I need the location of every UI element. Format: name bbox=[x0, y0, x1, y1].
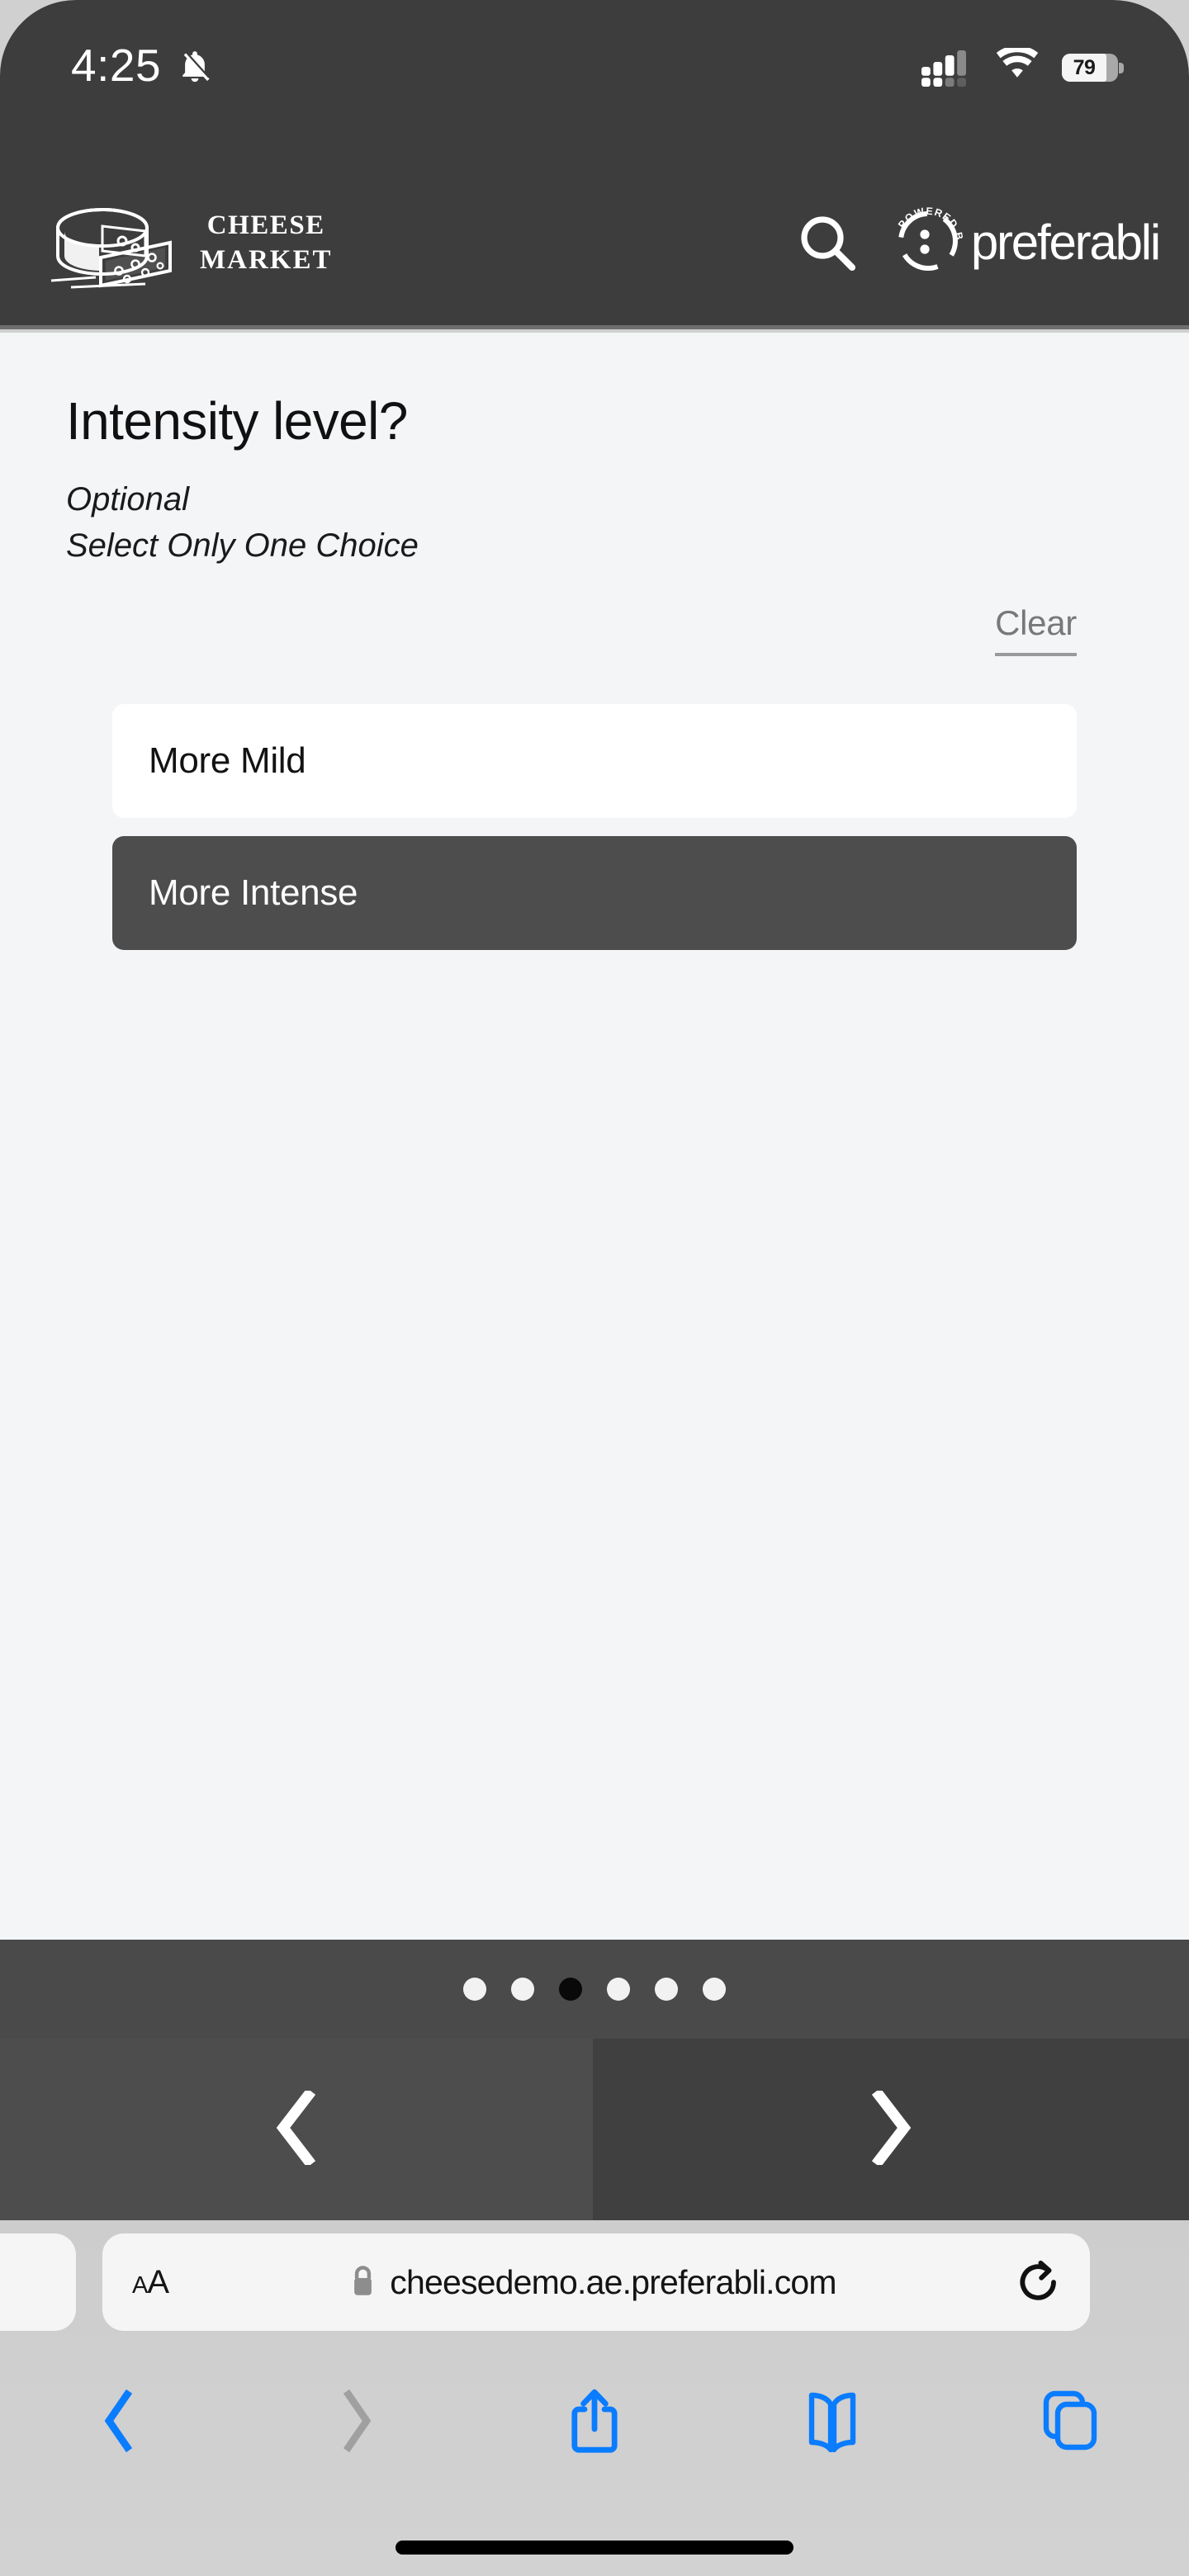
battery-percent: 79 bbox=[1073, 55, 1096, 79]
cellular-signal-icon bbox=[921, 49, 973, 87]
cheese-wheel-logo-icon bbox=[46, 191, 187, 295]
url-display: cheesedemo.ae.preferabli.com bbox=[168, 2263, 1017, 2302]
pagination-dots bbox=[0, 1940, 1189, 2039]
chevron-right-icon bbox=[868, 2087, 914, 2169]
optional-label: Optional bbox=[66, 481, 189, 518]
bell-slash-icon bbox=[176, 47, 214, 85]
address-bar[interactable]: AA cheesedemo.ae.preferabli.com bbox=[102, 2233, 1090, 2331]
home-indicator[interactable] bbox=[396, 2541, 793, 2555]
survey-nav-row bbox=[0, 2039, 1189, 2220]
powered-by-preferabli-logo[interactable]: POWERED BY preferabli bbox=[884, 192, 1161, 285]
option-label: More Mild bbox=[149, 740, 306, 782]
selection-instruction: Select Only One Choice bbox=[66, 527, 419, 565]
header-actions: POWERED BY preferabli bbox=[796, 192, 1161, 285]
pagination-dot-1[interactable] bbox=[463, 1978, 486, 2001]
text-size-large-a: A bbox=[147, 2263, 169, 2300]
phone-screen: 4:25 79 CHEESE MARKET POWERED B preferab… bbox=[0, 0, 1189, 2576]
preferabli-badge-icon: POWERED BY bbox=[884, 192, 968, 285]
share-button[interactable] bbox=[476, 2386, 713, 2460]
chevron-right-icon bbox=[339, 2389, 375, 2456]
pagination-dot-4[interactable] bbox=[607, 1978, 630, 2001]
book-icon bbox=[803, 2389, 862, 2456]
clear-button[interactable]: Clear bbox=[995, 603, 1077, 657]
tabs-icon bbox=[1041, 2389, 1099, 2457]
url-text: cheesedemo.ae.preferabli.com bbox=[390, 2262, 836, 2301]
safari-browser-chrome: AA cheesedemo.ae.preferabli.com bbox=[0, 2220, 1189, 2576]
battery-icon: 79 bbox=[1062, 53, 1124, 82]
bookmarks-button[interactable] bbox=[713, 2389, 951, 2456]
status-bar: 4:25 79 bbox=[0, 0, 1189, 160]
option-label: More Intense bbox=[149, 872, 358, 914]
option-more-mild[interactable]: More Mild bbox=[112, 704, 1077, 819]
safari-toolbar bbox=[0, 2344, 1189, 2501]
brand-wordmark: CHEESE MARKET bbox=[200, 208, 333, 277]
option-list: More Mild More Intense bbox=[66, 704, 1123, 951]
status-bar-clock: 4:25 bbox=[71, 40, 162, 91]
browser-forward-button[interactable] bbox=[238, 2389, 476, 2456]
chevron-left-icon bbox=[101, 2389, 137, 2456]
tabs-button[interactable] bbox=[951, 2389, 1189, 2457]
pagination-dot-6[interactable] bbox=[703, 1978, 726, 2001]
survey-footer bbox=[0, 1940, 1189, 2220]
chevron-left-icon bbox=[273, 2087, 320, 2169]
brand-logo[interactable]: CHEESE MARKET bbox=[46, 191, 333, 295]
clear-row: Clear bbox=[66, 603, 1123, 657]
site-header: CHEESE MARKET POWERED B preferabli bbox=[0, 160, 1189, 325]
adjacent-tab-preview[interactable] bbox=[0, 2233, 76, 2331]
browser-back-button[interactable] bbox=[0, 2389, 238, 2456]
text-size-button[interactable]: AA bbox=[132, 2263, 169, 2301]
next-question-button[interactable] bbox=[593, 2039, 1189, 2220]
search-icon[interactable] bbox=[796, 211, 859, 274]
previous-question-button[interactable] bbox=[0, 2039, 593, 2220]
status-bar-right: 79 bbox=[921, 43, 1124, 87]
pagination-dot-3[interactable] bbox=[559, 1978, 582, 2001]
share-icon bbox=[567, 2386, 622, 2460]
reload-icon[interactable] bbox=[1017, 2259, 1060, 2305]
brand-line-2: MARKET bbox=[200, 245, 333, 275]
pagination-dot-2[interactable] bbox=[511, 1978, 534, 2001]
wifi-icon bbox=[994, 45, 1040, 87]
pagination-dot-5[interactable] bbox=[655, 1978, 678, 2001]
lock-icon bbox=[349, 2264, 377, 2301]
status-bar-left: 4:25 bbox=[71, 43, 214, 88]
text-size-small-a: A bbox=[132, 2271, 148, 2299]
question-panel: Intensity level? Optional Select Only On… bbox=[0, 333, 1189, 1940]
brand-line-1: CHEESE bbox=[206, 210, 325, 240]
question-subtext: Optional Select Only One Choice bbox=[66, 476, 1123, 569]
preferabli-wordmark: preferabli bbox=[970, 215, 1161, 270]
page-title: Intensity level? bbox=[66, 391, 408, 451]
option-more-intense[interactable]: More Intense bbox=[112, 836, 1077, 951]
